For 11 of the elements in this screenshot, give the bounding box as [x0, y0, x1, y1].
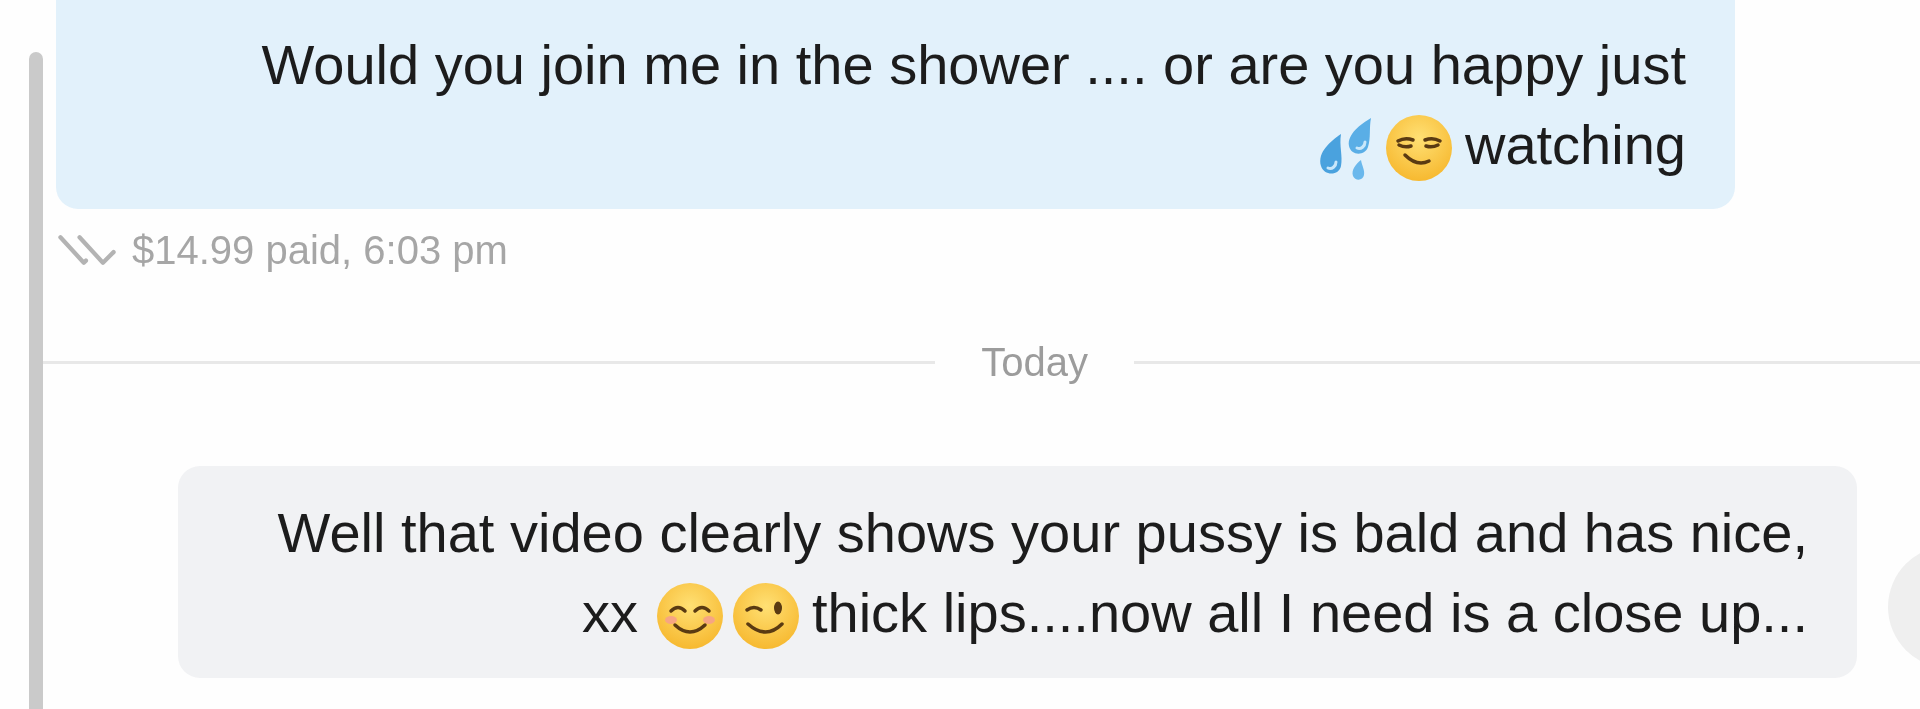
- payment-status: $14.99 paid, 6:03 pm: [132, 227, 508, 273]
- message-text: Would you join me in the shower .... or are you happy just: [261, 32, 1686, 98]
- message-text: Well that video clearly shows your pussy is bald and has nice,: [277, 500, 1808, 566]
- smirking-face-icon: [1384, 114, 1453, 182]
- date-separator-label: Today: [981, 339, 1088, 385]
- scrollbar-thumb[interactable]: [29, 52, 43, 709]
- message-text: thick lips....now all I need is a close up...: [811, 580, 1808, 646]
- message-text: watching: [1464, 112, 1686, 178]
- smiling-face-icon: [655, 582, 724, 650]
- message-text: xx: [581, 580, 638, 646]
- winking-face-icon: [731, 582, 800, 650]
